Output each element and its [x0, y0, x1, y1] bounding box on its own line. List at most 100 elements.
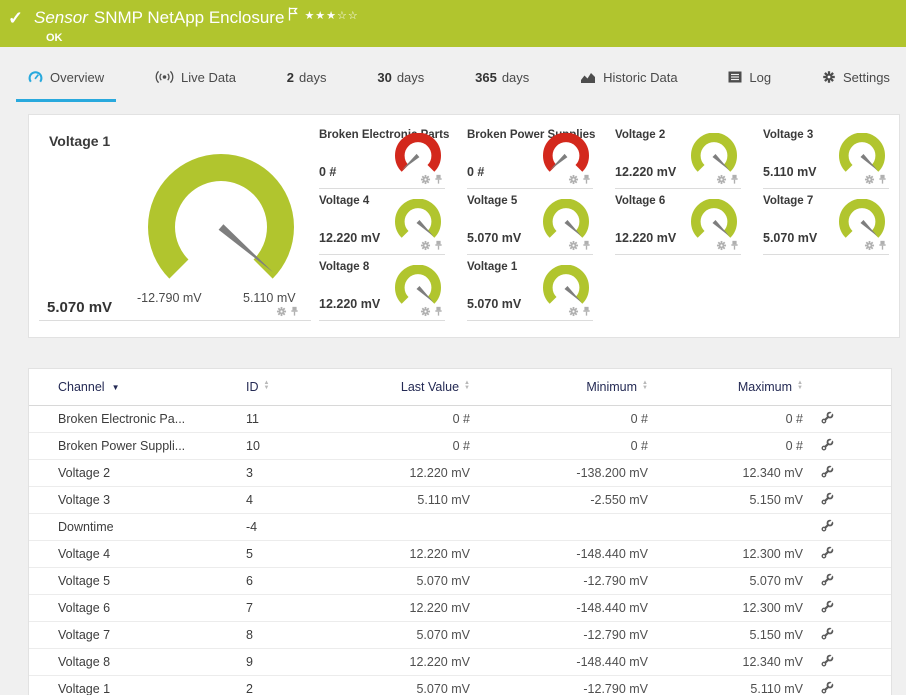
cell-channel: Downtime	[29, 513, 246, 541]
table-row: Voltage 1 2 5.070 mV -12.790 mV 5.110 mV	[29, 675, 891, 695]
gear-icon[interactable]	[420, 174, 431, 185]
priority-stars[interactable]: ★★★☆☆	[304, 6, 358, 26]
tab-log[interactable]: Log	[716, 47, 783, 107]
channel-settings-wrench-icon[interactable]	[821, 411, 834, 424]
primary-gauge-max-label: 5.110 mV	[243, 291, 296, 305]
gear-icon[interactable]	[420, 306, 431, 317]
column-header-id[interactable]: ID ▲ ▼	[246, 369, 343, 406]
channel-settings-wrench-icon[interactable]	[821, 627, 834, 640]
cell-maximum: 0 #	[648, 432, 803, 460]
pin-icon[interactable]	[878, 174, 887, 185]
cell-minimum: -138.200 mV	[470, 459, 648, 487]
primary-gauge-actions	[276, 306, 299, 317]
tab-label: Log	[749, 69, 772, 85]
tab-2-days[interactable]: 2 days	[275, 47, 339, 107]
tab-overview[interactable]: Overview	[16, 47, 117, 107]
mini-gauge-label: Voltage 8	[319, 261, 370, 273]
mini-gauge-value: 5.070 mV	[467, 297, 522, 311]
gear-icon[interactable]	[568, 306, 579, 317]
gauge-icon	[28, 70, 43, 85]
channel-settings-wrench-icon[interactable]	[821, 654, 834, 667]
channel-settings-wrench-icon[interactable]	[821, 492, 834, 505]
cell-minimum: -148.440 mV	[470, 594, 648, 622]
mini-gauge-label: Voltage 3	[763, 129, 814, 141]
pin-icon[interactable]	[434, 174, 443, 185]
pin-icon[interactable]	[730, 174, 739, 185]
tab-label: Settings	[842, 69, 890, 85]
mini-gauge-actions	[864, 240, 887, 251]
mini-gauge-cell: Voltage 7 5.070 mV	[763, 189, 889, 255]
sensor-kind-label: Sensor	[34, 8, 88, 27]
cell-channel: Voltage 5	[29, 567, 246, 595]
cell-maximum: 5.150 mV	[648, 486, 803, 514]
channel-settings-wrench-icon[interactable]	[821, 546, 834, 559]
column-header-actions	[803, 369, 891, 406]
channel-table-card: Channel ▼ ID ▲ ▼ Last Value ▲ ▼ Minimum ▲ ▼ Maximum…	[28, 368, 892, 695]
cell-id: 10	[246, 432, 343, 460]
channel-settings-wrench-icon[interactable]	[821, 465, 834, 478]
column-label: Maximum	[737, 379, 793, 394]
pin-icon[interactable]	[434, 306, 443, 317]
sensor-title: SNMP NetApp Enclosure	[93, 8, 285, 27]
mini-gauge-cell: Broken Power Supplies 0 #	[467, 123, 595, 189]
channel-settings-wrench-icon[interactable]	[821, 600, 834, 613]
flag-icon[interactable]	[288, 6, 299, 26]
column-header-max[interactable]: Maximum ▲ ▼	[648, 369, 803, 406]
cell-last-value: 12.220 mV	[343, 594, 470, 622]
sort-desc-icon: ▼	[111, 382, 120, 392]
gear-icon[interactable]	[276, 306, 287, 317]
mini-gauge-label: Voltage 7	[763, 195, 814, 207]
table-row: Voltage 3 4 5.110 mV -2.550 mV 5.150 mV	[29, 486, 891, 514]
mini-gauge-value: 0 #	[467, 165, 485, 179]
pin-icon[interactable]	[878, 240, 887, 251]
pin-icon[interactable]	[730, 240, 739, 251]
sensor-status-badge: OK	[46, 32, 63, 44]
channel-settings-wrench-icon[interactable]	[821, 519, 834, 532]
gear-icon[interactable]	[568, 174, 579, 185]
tab-historic-data[interactable]: Historic Data	[568, 47, 689, 107]
mini-gauge-cell: Voltage 4 12.220 mV	[319, 189, 445, 255]
column-header-min[interactable]: Minimum ▲ ▼	[470, 369, 648, 406]
tab-settings[interactable]: Settings	[810, 47, 902, 107]
tab-30-days[interactable]: 30 days	[365, 47, 436, 107]
cell-last-value: 12.220 mV	[343, 459, 470, 487]
channel-settings-wrench-icon[interactable]	[821, 573, 834, 586]
sensor-header: ✓ Sensor SNMP NetApp Enclosure ★★★☆☆ OK	[0, 0, 906, 47]
table-row: Broken Electronic Pa... 11 0 #0 #0 #	[29, 405, 891, 433]
mini-gauge-actions	[716, 174, 739, 185]
pin-icon[interactable]	[582, 174, 591, 185]
cell-maximum: 5.110 mV	[648, 675, 803, 695]
pin-icon[interactable]	[434, 240, 443, 251]
column-label: Last Value	[400, 379, 460, 394]
cell-id: -4	[246, 513, 343, 541]
table-row: Voltage 4 5 12.220 mV -148.440 mV 12.300 mV	[29, 540, 891, 568]
cell-channel: Voltage 7	[29, 621, 246, 649]
pin-icon[interactable]	[290, 306, 299, 317]
gear-icon[interactable]	[568, 240, 579, 251]
tab-live-data[interactable]: Live Data	[143, 47, 248, 107]
cell-channel: Voltage 1	[29, 675, 246, 695]
cell-maximum: 12.300 mV	[648, 540, 803, 568]
mini-gauge-cell: Voltage 6 12.220 mV	[615, 189, 741, 255]
gear-icon[interactable]	[420, 240, 431, 251]
gear-icon[interactable]	[716, 174, 727, 185]
pin-icon[interactable]	[582, 240, 591, 251]
channel-settings-wrench-icon[interactable]	[821, 438, 834, 451]
table-row: Voltage 2 3 12.220 mV -138.200 mV 12.340 mV	[29, 459, 891, 487]
cell-last-value: 12.220 mV	[343, 648, 470, 676]
tab-bar: Overview Live Data 2 days 30 days 365 days Histo…	[0, 47, 906, 107]
channel-settings-wrench-icon[interactable]	[821, 681, 834, 694]
primary-gauge-min-label: -12.790 mV	[137, 291, 202, 305]
gear-icon[interactable]	[716, 240, 727, 251]
mini-gauge-actions	[420, 306, 443, 317]
tab-365-days[interactable]: 365 days	[463, 47, 541, 107]
mini-gauge-value: 0 #	[319, 165, 337, 179]
column-header-channel[interactable]: Channel ▼	[29, 369, 246, 406]
column-header-last[interactable]: Last Value ▲ ▼	[343, 369, 470, 406]
gear-icon[interactable]	[864, 240, 875, 251]
tab-label: days	[299, 69, 327, 85]
cell-channel: Voltage 8	[29, 648, 246, 676]
gear-icon[interactable]	[864, 174, 875, 185]
pin-icon[interactable]	[582, 306, 591, 317]
cell-id: 2	[246, 675, 343, 695]
